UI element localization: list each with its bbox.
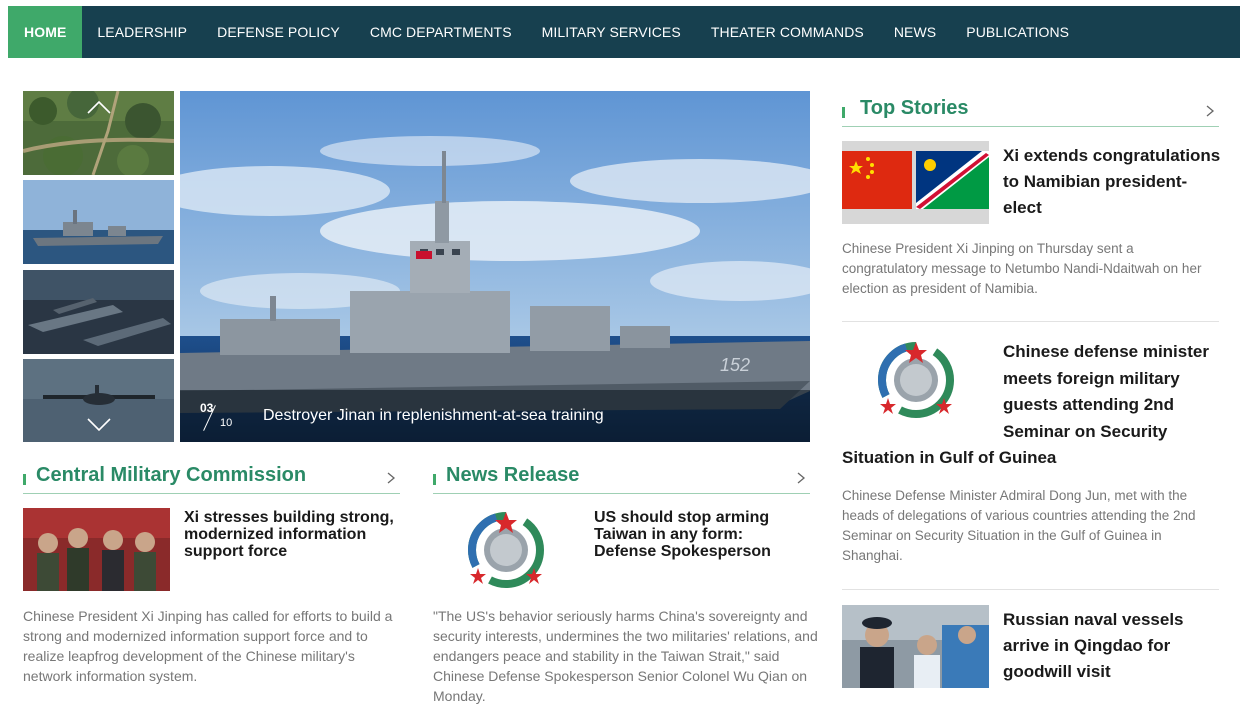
section-marker <box>842 107 845 118</box>
chevron-right-icon[interactable] <box>796 471 806 485</box>
slider-thumbnail[interactable] <box>23 270 174 354</box>
cmc-story-description: Chinese President Xi Jinping has called … <box>23 608 393 684</box>
news-release-story-description: "The US's behavior seriously harms China… <box>433 608 818 704</box>
title-line: meets foreign military <box>1003 368 1180 388</box>
slide-total: 10 <box>220 417 233 429</box>
chevron-up-icon[interactable] <box>86 99 112 115</box>
title-line: Chinese defense minister <box>1003 342 1209 361</box>
slide-caption[interactable]: Destroyer Jinan in replenishment-at-sea … <box>263 407 604 425</box>
chevron-right-icon[interactable] <box>1205 104 1215 118</box>
top-stories-section-title[interactable]: Top Stories <box>860 97 969 120</box>
slide-counter: 03 10 <box>180 396 240 436</box>
title-line: Situation in Gulf of Guinea <box>842 448 1057 467</box>
nav-cmc-departments[interactable]: CMC DEPARTMENTS <box>355 6 527 58</box>
nav-publications[interactable]: PUBLICATIONS <box>951 6 1084 58</box>
title-line: guests attending 2nd <box>1003 395 1174 414</box>
ship-hull-number: 152 <box>720 355 750 375</box>
nav-home[interactable]: HOME <box>8 6 83 58</box>
slider-thumbnails <box>23 91 174 442</box>
divider <box>842 589 1219 590</box>
divider <box>842 321 1219 322</box>
section-marker <box>23 474 26 485</box>
top-story-3-title[interactable]: Russian naval vessels arrive in Qingdao … <box>1003 607 1213 685</box>
cmc-story-image[interactable] <box>23 508 170 591</box>
nav-leadership[interactable]: LEADERSHIP <box>82 6 202 58</box>
top-story-1-description: Chinese President Xi Jinping on Thursday… <box>842 241 1202 296</box>
nav-defense-policy[interactable]: DEFENSE POLICY <box>202 6 355 58</box>
news-release-story-title[interactable]: US should stop arming Taiwan in any form… <box>594 509 799 560</box>
main-nav: HOME LEADERSHIP DEFENSE POLICY CMC DEPAR… <box>8 6 1240 58</box>
nav-news[interactable]: NEWS <box>879 6 951 58</box>
slider-caption-bar: 03 10 Destroyer Jinan in replenishment-a… <box>180 390 810 442</box>
cmc-section-title[interactable]: Central Military Commission <box>36 464 306 487</box>
title-line: Seminar on Security <box>1003 421 1168 441</box>
top-story-1-title[interactable]: Xi extends congratulations to Namibian p… <box>1003 143 1223 221</box>
news-release-section-header: News Release <box>433 462 810 494</box>
nav-theater-commands[interactable]: THEATER COMMANDS <box>696 6 879 58</box>
nav-military-services[interactable]: MILITARY SERVICES <box>527 6 696 58</box>
top-story-2-title[interactable]: Chinese defense minister meets foreign m… <box>842 339 1222 472</box>
chevron-down-icon[interactable] <box>86 417 112 433</box>
top-story-2-description: Chinese Defense Minister Admiral Dong Ju… <box>842 488 1196 563</box>
section-marker <box>433 474 436 485</box>
news-release-section-title[interactable]: News Release <box>446 464 579 487</box>
cmc-story-title[interactable]: Xi stresses building strong, modernized … <box>184 509 399 560</box>
defense-ministry-emblem[interactable] <box>464 508 549 591</box>
slider-main-image[interactable]: 152 03 10 Destroyer Jinan in replenishme… <box>180 91 810 442</box>
chevron-right-icon[interactable] <box>386 471 396 485</box>
china-namibia-flags-image[interactable] <box>842 141 989 224</box>
slider-thumbnail[interactable] <box>23 180 174 264</box>
cmc-section-header: Central Military Commission <box>23 462 400 494</box>
russian-naval-visit-image[interactable] <box>842 605 989 688</box>
top-stories-section-header: Top Stories <box>842 95 1219 127</box>
